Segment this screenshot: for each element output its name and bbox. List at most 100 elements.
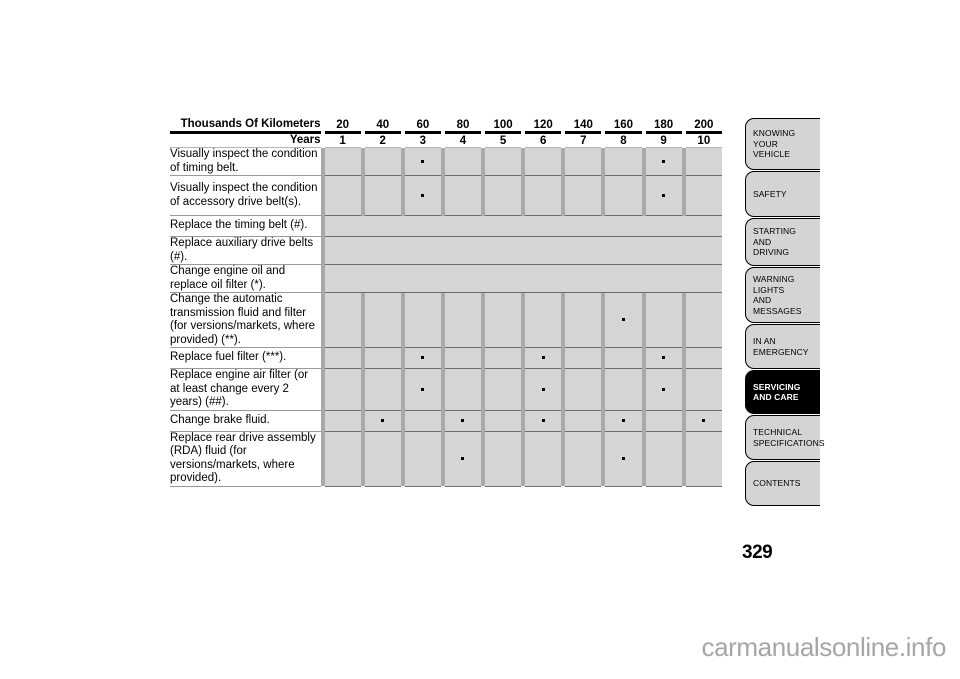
year-col-10: 10 — [685, 132, 722, 148]
service-dot-icon — [421, 356, 425, 360]
interval-cell-marked — [605, 410, 642, 432]
km-col-9: 180 — [645, 118, 682, 134]
interval-cell — [485, 292, 522, 348]
sidebar-tab-label: KNOWING YOUR VEHICLE — [753, 128, 796, 160]
interval-cell — [364, 347, 401, 369]
interval-cell — [324, 410, 361, 432]
interval-cell — [324, 347, 361, 369]
sidebar-tab-contents[interactable]: CONTENTS — [745, 461, 820, 506]
task-label: Visually inspect the condition of timing… — [170, 147, 321, 176]
interval-cell-marked — [525, 368, 562, 411]
interval-cell-marked — [645, 175, 682, 216]
interval-cell — [404, 410, 441, 432]
sidebar-tab-safety[interactable]: SAFETY — [745, 171, 820, 217]
sidebar-tab-label: CONTENTS — [753, 478, 801, 489]
task-label: Replace rear drive assembly (RDA) fluid … — [170, 431, 321, 487]
sidebar-tab-in-an-emergency[interactable]: IN AN EMERGENCY — [745, 324, 820, 369]
header-label-kilometers: Thousands Of Kilometers — [170, 118, 321, 134]
service-dot-icon — [421, 159, 425, 163]
interval-cell — [525, 431, 562, 487]
interval-cell — [324, 292, 361, 348]
sidebar-tab-label: STARTING AND DRIVING — [753, 226, 796, 258]
sidebar-tab-starting-and-driving[interactable]: STARTING AND DRIVING — [745, 218, 820, 266]
year-col-2: 2 — [364, 132, 401, 148]
task-label: Change the automatic transmission fluid … — [170, 292, 321, 348]
interval-cell — [404, 292, 441, 348]
interval-cell — [324, 175, 361, 216]
sidebar-tab-label: SERVICING AND CARE — [753, 381, 801, 403]
interval-cell — [444, 368, 482, 411]
sidebar-tab-label: IN AN EMERGENCY — [753, 336, 809, 357]
year-col-6: 6 — [525, 132, 562, 148]
km-col-5: 100 — [485, 118, 522, 134]
task-label: Change brake fluid. — [170, 410, 321, 432]
interval-cell-marked — [404, 147, 441, 176]
year-col-1: 1 — [324, 132, 361, 148]
interval-cell — [364, 431, 401, 487]
table-row: Replace fuel filter (***). — [170, 347, 722, 369]
sidebar-tab-technical-specifications[interactable]: TECHNICAL SPECIFICATIONS — [745, 415, 825, 460]
sidebar-tab-label: WARNING LIGHTS AND MESSAGES — [753, 274, 802, 316]
merged-interval-cell — [324, 215, 722, 237]
interval-cell — [364, 175, 401, 216]
sidebar-tab-warning-lights-and-messages[interactable]: WARNING LIGHTS AND MESSAGES — [745, 267, 820, 323]
section-tabs: KNOWING YOUR VEHICLE SAFETY STARTING AND D… — [745, 118, 825, 507]
interval-cell — [565, 147, 602, 176]
task-label: Replace auxiliary drive belts (#). — [170, 236, 321, 265]
interval-cell — [685, 368, 722, 411]
task-label: Visually inspect the condition of access… — [170, 175, 321, 216]
maintenance-schedule-table: Thousands Of Kilometers 20 40 60 80 100 … — [170, 118, 722, 487]
service-dot-icon — [621, 318, 625, 322]
interval-cell — [645, 292, 682, 348]
interval-cell — [485, 347, 522, 369]
table-row: Visually inspect the condition of access… — [170, 175, 722, 216]
interval-cell — [525, 292, 562, 348]
service-dot-icon — [662, 193, 666, 197]
interval-cell — [485, 368, 522, 411]
service-dot-icon — [461, 418, 465, 422]
interval-cell — [565, 368, 602, 411]
interval-cell — [685, 292, 722, 348]
km-col-6: 120 — [525, 118, 562, 134]
year-col-4: 4 — [444, 132, 482, 148]
interval-cell — [685, 431, 722, 487]
header-row-kilometers: Thousands Of Kilometers 20 40 60 80 100 … — [170, 118, 722, 134]
table-row: Replace rear drive assembly (RDA) fluid … — [170, 431, 722, 487]
interval-cell — [485, 147, 522, 176]
interval-cell — [645, 431, 682, 487]
service-dot-icon — [421, 193, 425, 197]
interval-cell-marked — [404, 347, 441, 369]
task-label: Replace fuel filter (***). — [170, 347, 321, 369]
interval-cell-marked — [525, 347, 562, 369]
interval-cell — [685, 147, 722, 176]
interval-cell — [404, 431, 441, 487]
interval-cell — [645, 410, 682, 432]
service-dot-icon — [541, 418, 545, 422]
site-watermark: carmanualsonline.info — [701, 632, 946, 662]
interval-cell — [444, 292, 482, 348]
service-dot-icon — [421, 387, 425, 391]
table-header: Thousands Of Kilometers 20 40 60 80 100 … — [170, 118, 722, 148]
merged-interval-cell — [324, 264, 722, 293]
interval-cell — [605, 175, 642, 216]
interval-cell — [444, 147, 482, 176]
sidebar-tab-knowing-your-vehicle[interactable]: KNOWING YOUR VEHICLE — [745, 118, 820, 170]
interval-cell-marked — [685, 410, 722, 432]
service-dot-icon — [621, 418, 625, 422]
km-col-1: 20 — [324, 118, 361, 134]
interval-cell — [565, 347, 602, 369]
table-row: Replace auxiliary drive belts (#). — [170, 236, 722, 265]
table-row: Change brake fluid. — [170, 410, 722, 432]
table-row: Change engine oil and replace oil filter… — [170, 264, 722, 293]
interval-cell-marked — [444, 431, 482, 487]
interval-cell — [605, 147, 642, 176]
interval-cell — [324, 368, 361, 411]
service-dot-icon — [541, 387, 545, 391]
table-body: Visually inspect the condition of timing… — [170, 147, 722, 487]
service-dot-icon — [381, 418, 385, 422]
sidebar-tab-label: SAFETY — [753, 188, 787, 199]
sidebar-tab-servicing-and-care[interactable]: SERVICING AND CARE — [745, 370, 820, 414]
interval-cell-marked — [364, 410, 401, 432]
km-col-3: 60 — [404, 118, 441, 134]
year-col-7: 7 — [565, 132, 602, 148]
